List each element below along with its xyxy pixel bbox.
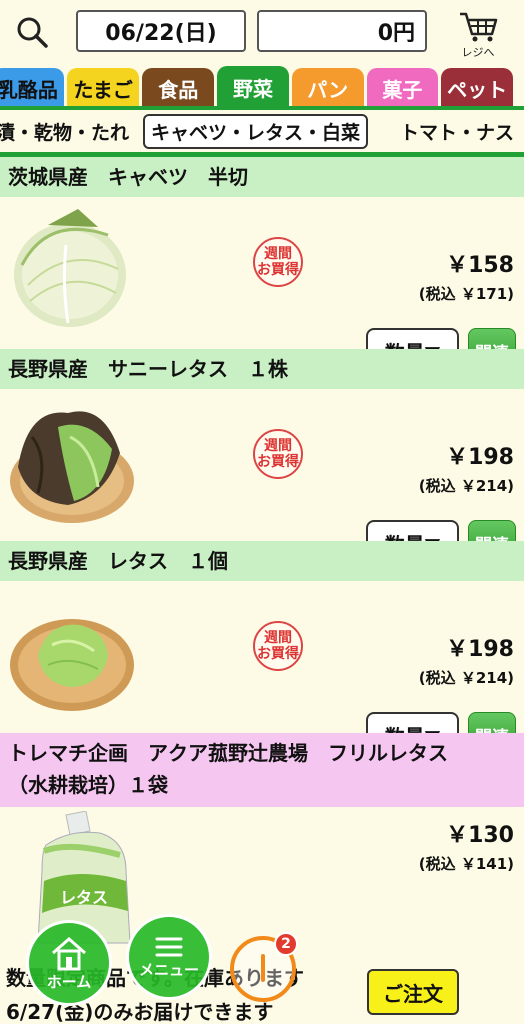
product-item: 長野県産 レタス １個 週間 お買得 ￥198 (税込 ￥214) 数量▼ 関連 (0, 541, 524, 758)
cart-total: 0円 (257, 10, 427, 52)
tab-dairy[interactable]: 乳酪品 (0, 68, 64, 108)
product-item: 長野県産 サニーレタス １株 週間 お買得 ￥198 (税込 ￥214) 数量▼… (0, 349, 524, 566)
lettuce-image[interactable] (8, 595, 138, 725)
product-body: 週間 お買得 ￥158 (税込 ￥171) 数量▼ 関連 (0, 197, 524, 374)
product-body: 週間 お買得 ￥198 (税込 ￥214) 数量▼ 関連 (0, 389, 524, 566)
product-price: ￥198 (446, 637, 514, 662)
search-icon (17, 17, 48, 48)
subtab-tomato-eggplant[interactable]: トマト・ナス (392, 118, 522, 145)
product-name[interactable]: 長野県産 レタス １個 (0, 541, 524, 581)
app-root: 06/22(日) 0円 レジへ 乳酪品 たまご 食品 野菜 パン 菓子 ペット … (0, 0, 524, 1024)
badge-line-2: お買得 (257, 262, 299, 278)
notification-count-badge: 2 (274, 932, 298, 956)
tab-food[interactable]: 食品 (142, 68, 215, 108)
product-price: ￥130 (446, 823, 514, 848)
product-tax-price: (税込 ￥214) (418, 669, 514, 687)
home-icon (52, 936, 86, 970)
sunny-lettuce-image[interactable] (8, 397, 138, 527)
tab-pet[interactable]: ペット (441, 68, 513, 108)
weekly-deal-badge: 週間 お買得 (253, 429, 303, 479)
weekly-deal-badge: 週間 お買得 (253, 621, 303, 671)
subtab-dried-goods[interactable]: 漬・乾物・たれ (0, 118, 137, 145)
menu-label: メニュー (138, 960, 199, 979)
badge-line-1: 週間 (264, 246, 292, 262)
weekly-deal-badge: 週間 お買得 (253, 237, 303, 287)
product-name[interactable]: 茨城県産 キャベツ 半切 (0, 157, 524, 197)
product-name[interactable]: 長野県産 サニーレタス １株 (0, 349, 524, 389)
subtab-cabbage-lettuce[interactable]: キャベツ・レタス・白菜 (143, 113, 369, 149)
top-bar: 06/22(日) 0円 レジへ (0, 0, 524, 62)
search-button[interactable] (14, 14, 50, 50)
badge-line-1: 週間 (264, 630, 292, 646)
cabbage-image[interactable] (8, 205, 138, 335)
category-tabs: 乳酪品 たまご 食品 野菜 パン 菓子 ペット (0, 66, 516, 108)
tab-vegetables[interactable]: 野菜 (217, 66, 289, 108)
bag-label-text: レタス (60, 888, 108, 907)
badge-line-2: お買得 (257, 646, 299, 662)
product-price: ￥158 (446, 253, 514, 278)
delivery-notice: 6/27(金)のみお届けできます (6, 1000, 274, 1024)
checkout-button[interactable]: レジへ (448, 8, 508, 60)
product-body: 週間 お買得 ￥198 (税込 ￥214) 数量▼ 関連 (0, 581, 524, 758)
product-item: 茨城県産 キャベツ 半切 週間 お買得 ￥158 (税込 ￥171) 数量▼ 関… (0, 157, 524, 374)
product-tax-price: (税込 ￥141) (418, 855, 514, 873)
menu-icon (155, 937, 183, 956)
checkout-label: レジへ (461, 46, 495, 59)
product-tax-price: (税込 ￥214) (418, 477, 514, 495)
product-price: ￥198 (446, 445, 514, 470)
order-button[interactable]: ご注文 (367, 969, 459, 1015)
tab-eggs[interactable]: たまご (66, 68, 140, 108)
arrow-down-icon (261, 954, 265, 982)
subcategory-tabs: 漬・乾物・たれ キャベツ・レタス・白菜 トマト・ナス (0, 110, 524, 152)
product-name[interactable]: トレマチ企画 アクア菰野辻農場 フリルレタス （水耕栽培）１袋 (0, 733, 524, 807)
badge-line-1: 週間 (264, 438, 292, 454)
badge-line-2: お買得 (257, 454, 299, 470)
home-button[interactable]: ホーム (26, 920, 112, 1006)
product-name-line-2: （水耕栽培）１袋 (8, 773, 168, 797)
product-tax-price: (税込 ￥171) (418, 285, 514, 303)
home-label: ホーム (46, 972, 92, 991)
menu-button[interactable]: メニュー (126, 914, 212, 1000)
tab-sweets[interactable]: 菓子 (366, 68, 439, 108)
cart-icon (460, 12, 498, 42)
product-name-line-1: トレマチ企画 アクア菰野辻農場 フリルレタス (8, 741, 448, 765)
tab-bread[interactable]: パン (291, 68, 364, 108)
delivery-date-selector[interactable]: 06/22(日) (76, 10, 246, 52)
